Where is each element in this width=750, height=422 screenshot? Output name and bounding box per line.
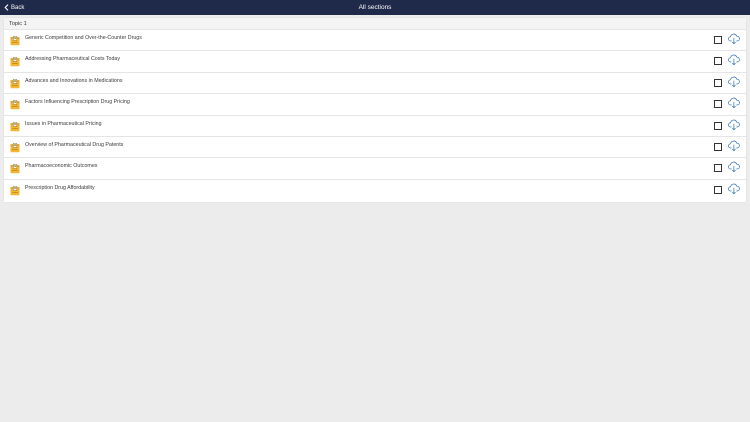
list-item[interactable]: Pharmacoeconomic Outcomes <box>4 158 746 180</box>
section-header: Topic 1 <box>4 18 746 30</box>
document-icon <box>10 143 20 153</box>
document-icon <box>10 121 20 131</box>
back-label: Back <box>11 4 25 11</box>
select-checkbox[interactable] <box>714 36 722 44</box>
select-checkbox[interactable] <box>714 121 722 130</box>
cloud-download-icon[interactable] <box>728 33 740 45</box>
select-checkbox[interactable] <box>714 78 722 87</box>
cloud-download-icon[interactable] <box>728 119 740 131</box>
cloud-download-icon[interactable] <box>728 76 740 88</box>
list-item-label: Generic Competition and Over-the-Counter… <box>25 35 142 41</box>
select-checkbox[interactable] <box>714 164 722 173</box>
cloud-download-icon[interactable] <box>728 97 740 109</box>
document-icon <box>10 185 20 195</box>
list-item[interactable]: Factors Influencing Prescription Drug Pr… <box>4 94 746 116</box>
list-item-label: Pharmacoeconomic Outcomes <box>25 163 98 170</box>
page-title: All sections <box>358 4 392 11</box>
document-icon <box>10 36 20 46</box>
select-checkbox[interactable] <box>714 185 722 194</box>
list-item[interactable]: Overview of Pharmaceutical Drug Patents <box>4 137 746 159</box>
document-icon <box>10 164 20 174</box>
sections-panel: Topic 1 Generic Competition and Over-the… <box>4 18 746 202</box>
list-item[interactable]: Prescription Drug Affordability <box>4 180 746 201</box>
list-item[interactable]: Addressing Pharmaceutical Costs Today <box>4 51 746 73</box>
top-navigation-bar: Back All sections <box>0 0 750 15</box>
list-item-label: Advances and Innovations in Medications <box>25 77 123 84</box>
chevron-left-icon <box>4 4 9 11</box>
cloud-download-icon[interactable] <box>728 161 740 173</box>
list-item[interactable]: Advances and Innovations in Medications <box>4 73 746 95</box>
list-item-label: Addressing Pharmaceutical Costs Today <box>25 56 120 63</box>
list-item-label: Issues in Pharmaceutical Pricing <box>25 120 102 127</box>
list-item-label: Overview of Pharmaceutical Drug Patents <box>25 141 124 148</box>
cloud-download-icon[interactable] <box>728 183 740 195</box>
list-item-label: Factors Influencing Prescription Drug Pr… <box>25 99 130 106</box>
select-checkbox[interactable] <box>714 142 722 151</box>
document-icon <box>10 78 20 88</box>
select-checkbox[interactable] <box>714 100 722 109</box>
section-list: Generic Competition and Over-the-Counter… <box>4 30 746 201</box>
select-checkbox[interactable] <box>714 57 722 66</box>
document-icon <box>10 100 20 110</box>
list-item-label: Prescription Drug Affordability <box>25 184 95 191</box>
list-item[interactable]: Issues in Pharmaceutical Pricing <box>4 116 746 137</box>
document-icon <box>10 57 20 67</box>
cloud-download-icon[interactable] <box>728 140 740 152</box>
back-button[interactable]: Back <box>4 0 24 15</box>
list-item[interactable]: Generic Competition and Over-the-Counter… <box>4 30 746 52</box>
cloud-download-icon[interactable] <box>728 54 740 66</box>
